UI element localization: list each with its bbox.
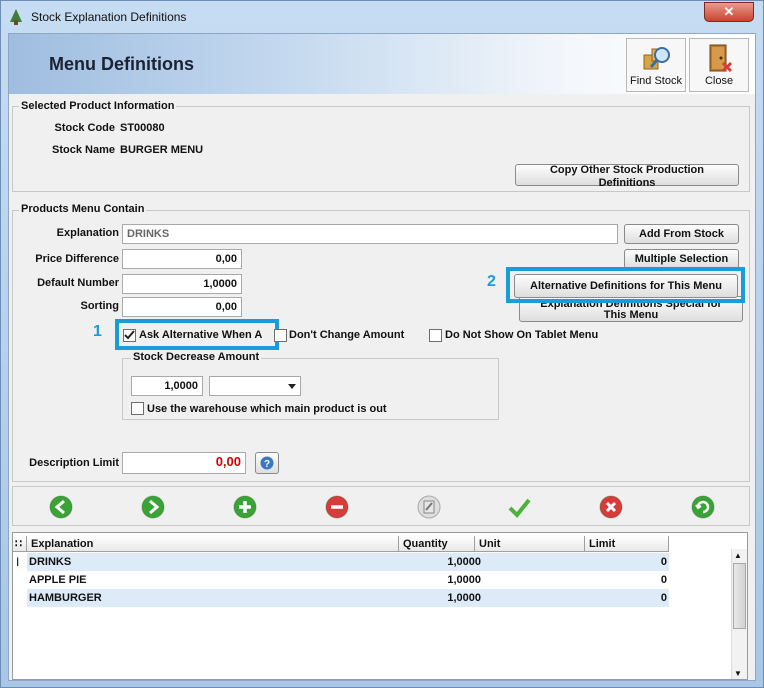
window-close-button[interactable]: ✕ [704, 2, 754, 22]
explanation-label: Explanation [56, 227, 119, 239]
table-row[interactable]: DRINKS 1,0000 0 [27, 553, 669, 571]
price-difference-input[interactable]: 0,00 [122, 249, 242, 269]
cancel-icon [599, 495, 623, 519]
find-stock-icon [643, 47, 670, 70]
callout-number-1: 1 [93, 323, 102, 340]
description-limit-label: Description Limit [29, 457, 119, 469]
cell-limit: 0 [660, 574, 667, 586]
use-warehouse-checkbox[interactable] [131, 402, 144, 415]
cell-quantity: 1,0000 [447, 556, 481, 568]
highlight-box-1 [115, 319, 279, 350]
back-icon [49, 495, 73, 519]
stock-decrease-label: Stock Decrease Amount [131, 351, 262, 363]
callout-number-2: 2 [487, 273, 496, 290]
cell-limit: 0 [660, 556, 667, 568]
client-area: Menu Definitions Find Stock Close Select… [8, 33, 756, 681]
col-header-explanation[interactable]: Explanation [27, 536, 399, 552]
cell-quantity: 1,0000 [447, 592, 481, 604]
stock-name-value: BURGER MENU [120, 144, 204, 156]
menu-contain-group-label: Products Menu Contain [19, 203, 147, 215]
use-warehouse-label: Use the warehouse which main product is … [147, 403, 387, 415]
chevron-down-icon [288, 384, 296, 389]
stock-code-value: ST00080 [120, 122, 165, 134]
default-number-input[interactable]: 1,0000 [122, 274, 242, 294]
stock-name-label: Stock Name [52, 144, 115, 156]
description-limit-input[interactable]: 0,00 [122, 452, 246, 474]
app-icon [10, 9, 22, 25]
app-window: Stock Explanation Definitions ✕ Menu Def… [0, 0, 764, 688]
cell-explanation: DRINKS [29, 556, 72, 568]
copy-other-stock-button[interactable]: Copy Other Stock Production Definitions [515, 164, 739, 189]
confirm-nav-button[interactable] [507, 495, 531, 519]
close-toolbar-label: Close [704, 75, 734, 87]
sorting-label: Sorting [80, 300, 120, 312]
find-stock-button[interactable]: Find Stock [626, 38, 686, 92]
sorting-input[interactable]: 0,00 [122, 297, 242, 317]
cell-quantity: 1,0000 [447, 574, 481, 586]
explanation-special-line-2: This Menu [603, 309, 659, 321]
add-from-stock-button[interactable]: Add From Stock [624, 224, 739, 244]
remove-icon [325, 495, 349, 519]
window-title: Stock Explanation Definitions [31, 10, 187, 24]
vertical-scrollbar[interactable]: ▲ ▼ [731, 549, 747, 679]
refresh-icon [691, 495, 715, 519]
default-number-label: Default Number [37, 277, 119, 289]
scroll-thumb[interactable] [733, 563, 746, 629]
find-stock-label: Find Stock [630, 75, 682, 87]
table-row[interactable]: HAMBURGER 1,0000 0 [27, 589, 669, 607]
do-not-show-tablet-checkbox[interactable] [429, 329, 442, 342]
stock-code-label: Stock Code [54, 122, 115, 134]
title-bar: Stock Explanation Definitions ✕ [1, 1, 763, 33]
highlight-box-2 [506, 267, 745, 303]
navigation-bar [12, 486, 750, 526]
col-header-unit[interactable]: Unit [475, 536, 585, 552]
scroll-up-icon[interactable]: ▲ [734, 551, 742, 560]
forward-nav-button[interactable] [141, 495, 165, 519]
cell-explanation: HAMBURGER [29, 592, 102, 604]
copy-button-line-1: Copy Other Stock Production [549, 164, 704, 176]
help-icon: ? [260, 456, 274, 470]
scroll-down-icon[interactable]: ▼ [734, 669, 742, 678]
col-header-limit[interactable]: Limit [585, 536, 669, 552]
dont-change-amount-checkbox[interactable] [274, 329, 287, 342]
table-row[interactable]: APPLE PIE 1,0000 0 [27, 571, 669, 589]
stock-decrease-input[interactable]: 1,0000 [131, 376, 203, 396]
dont-change-amount-label: Don't Change Amount [289, 329, 405, 341]
cell-limit: 0 [660, 592, 667, 604]
cancel-nav-button[interactable] [599, 495, 623, 519]
confirm-icon [508, 498, 531, 518]
page-title: Menu Definitions [49, 54, 194, 74]
close-toolbar-button[interactable]: Close [689, 38, 749, 92]
row-cursor-icon: I [16, 555, 20, 569]
edit-icon [417, 495, 441, 519]
forward-icon [141, 495, 165, 519]
edit-nav-button[interactable] [417, 495, 441, 519]
cell-explanation: APPLE PIE [29, 574, 87, 586]
back-nav-button[interactable] [49, 495, 73, 519]
unit-select[interactable] [209, 376, 301, 396]
refresh-nav-button[interactable] [691, 495, 715, 519]
do-not-show-tablet-label: Do Not Show On Tablet Menu [445, 329, 599, 341]
svg-text:?: ? [264, 459, 270, 470]
price-difference-label: Price Difference [35, 253, 119, 265]
explanation-input[interactable]: DRINKS [122, 224, 618, 244]
col-header-quantity[interactable]: Quantity [399, 536, 475, 552]
grid-corner-dots-icon: ∷ [13, 536, 27, 552]
selected-product-group-label: Selected Product Information [19, 100, 177, 112]
add-icon [233, 495, 257, 519]
remove-nav-button[interactable] [325, 495, 349, 519]
help-button[interactable]: ? [255, 452, 279, 474]
door-close-icon [709, 44, 733, 73]
copy-button-line-2: Definitions [598, 177, 656, 189]
multiple-selection-button[interactable]: Multiple Selection [624, 249, 739, 269]
add-nav-button[interactable] [233, 495, 257, 519]
definitions-grid: ∷ Explanation Quantity Unit Limit I DRIN… [12, 532, 748, 680]
header-banner: Menu Definitions Find Stock Close [9, 34, 755, 94]
